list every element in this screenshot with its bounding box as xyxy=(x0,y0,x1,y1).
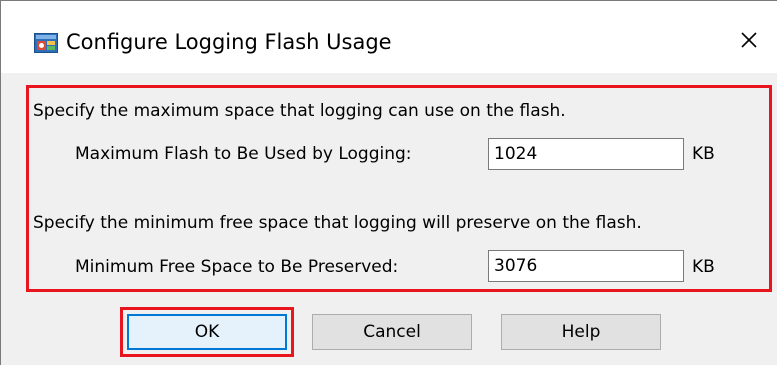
app-config-icon xyxy=(34,33,58,53)
min-space-description: Specify the minimum free space that logg… xyxy=(33,213,642,233)
max-flash-input[interactable] xyxy=(488,138,684,170)
max-flash-unit: KB xyxy=(692,144,715,164)
title-bar: Configure Logging Flash Usage xyxy=(1,1,777,73)
min-free-unit: KB xyxy=(692,257,715,277)
window-title: Configure Logging Flash Usage xyxy=(66,30,392,54)
help-button[interactable]: Help xyxy=(501,314,661,350)
dialog-window: Configure Logging Flash Usage Specify th… xyxy=(0,0,777,365)
max-space-description: Specify the maximum space that logging c… xyxy=(33,101,566,121)
min-free-label: Minimum Free Space to Be Preserved: xyxy=(75,257,399,277)
close-button[interactable] xyxy=(729,23,769,61)
max-flash-label: Maximum Flash to Be Used by Logging: xyxy=(75,144,412,164)
cancel-button[interactable]: Cancel xyxy=(312,314,472,350)
close-icon[interactable] xyxy=(739,30,759,54)
min-free-input[interactable] xyxy=(488,250,684,282)
ok-button[interactable]: OK xyxy=(127,314,287,350)
